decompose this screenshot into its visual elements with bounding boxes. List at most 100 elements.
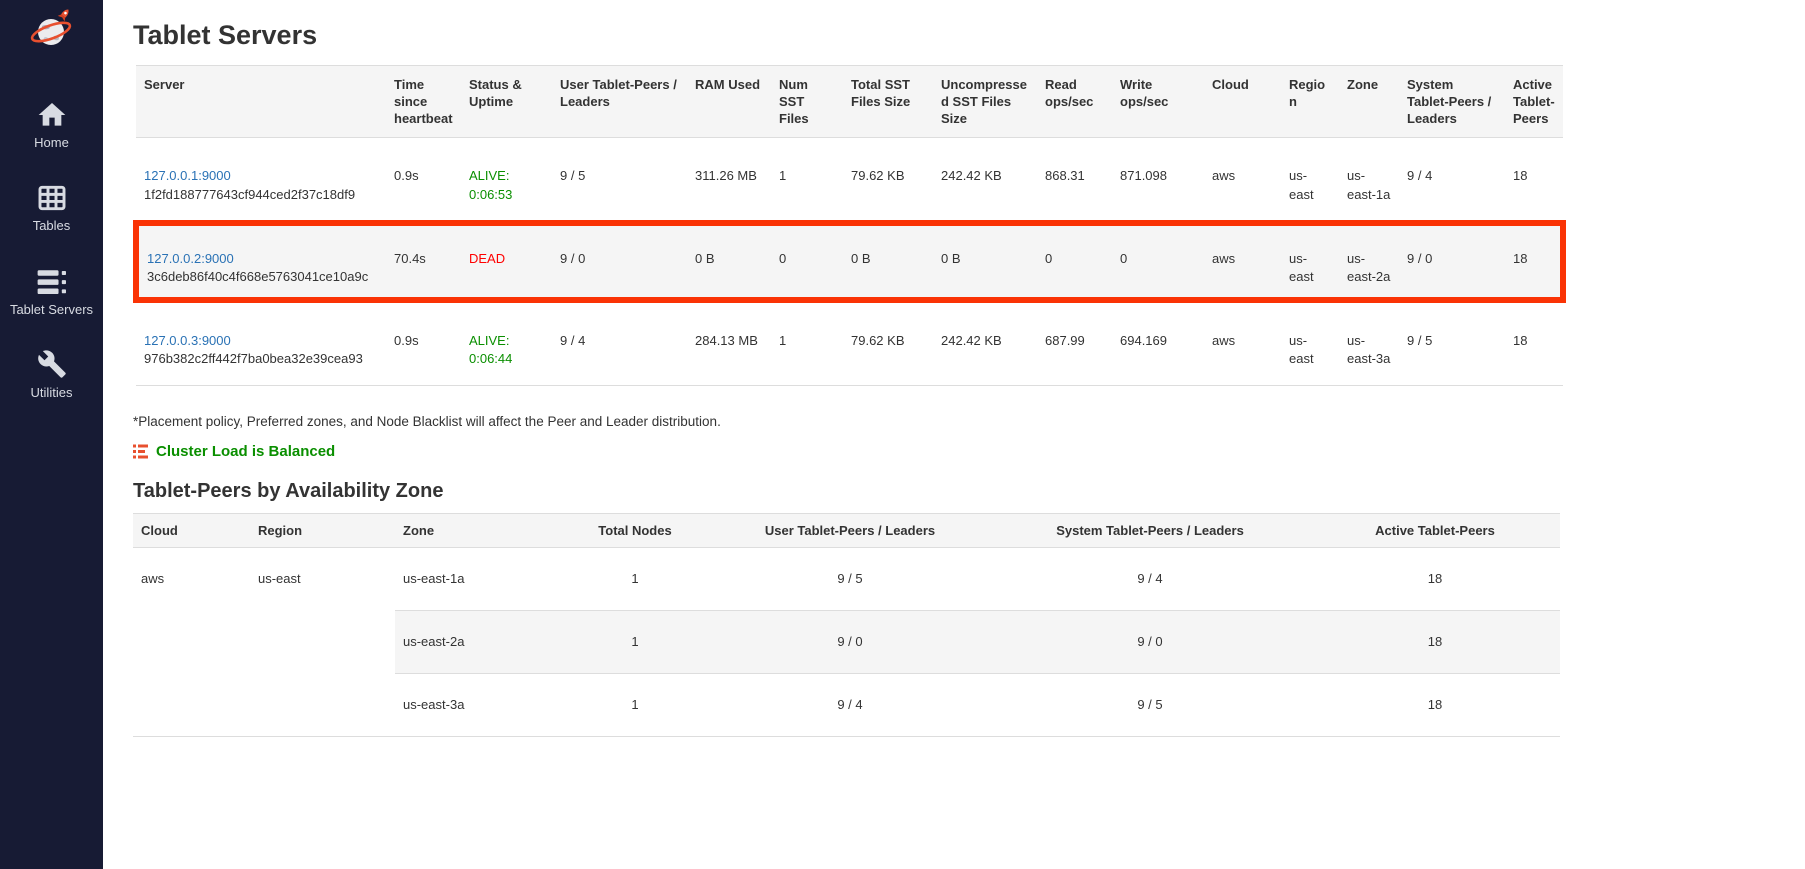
az-row: awsus-eastus-east-1a19 / 59 / 418 bbox=[133, 547, 1560, 610]
az-header-row: CloudRegionZoneTotal NodesUser Tablet-Pe… bbox=[133, 513, 1560, 547]
column-header: Cloud bbox=[133, 513, 250, 547]
sidebar-item-label: Tables bbox=[33, 219, 71, 233]
az-section-title: Tablet-Peers by Availability Zone bbox=[133, 480, 1805, 503]
cell-server: 127.0.0.3:9000976b382c2ff442f7ba0bea32e3… bbox=[136, 300, 386, 385]
app-logo[interactable] bbox=[28, 6, 76, 59]
cell-server: 127.0.0.2:9000 3c6deb86f40c4f668e5763041c… bbox=[136, 223, 386, 300]
cell-region: us-east bbox=[1281, 300, 1339, 385]
cell-heartbeat: 70.4s bbox=[386, 223, 461, 300]
column-header: Num SST Files bbox=[771, 66, 843, 138]
column-header: Uncompressed SST Files Size bbox=[933, 66, 1037, 138]
cell-total-nodes: 1 bbox=[560, 610, 710, 673]
cell-read-ops: 0 bbox=[1037, 223, 1112, 300]
cluster-load-label: Cluster Load is Balanced bbox=[156, 443, 335, 460]
cell-region: us-east bbox=[1281, 138, 1339, 223]
cell-user-peers: 9 / 4 bbox=[552, 300, 687, 385]
cell-active-peers: 18 bbox=[1310, 547, 1560, 610]
cell-ram-used: 0 B bbox=[687, 223, 771, 300]
tablet-servers-icon bbox=[35, 266, 69, 298]
cell-active-peers: 18 bbox=[1505, 300, 1563, 385]
cell-active-peers: 18 bbox=[1310, 674, 1560, 737]
tablet-servers-tbody: 127.0.0.1:90001f2fd188777643cf944ced2f37… bbox=[136, 138, 1563, 385]
cell-active-peers: 18 bbox=[1310, 610, 1560, 673]
cell-system-peers: 9 / 5 bbox=[990, 674, 1310, 737]
cell-status: DEAD bbox=[461, 223, 552, 300]
utilities-icon bbox=[37, 349, 67, 381]
az-tbody: awsus-eastus-east-1a19 / 59 / 418us-east… bbox=[133, 547, 1560, 737]
cell-read-ops: 687.99 bbox=[1037, 300, 1112, 385]
cell-total-nodes: 1 bbox=[560, 547, 710, 610]
az-table: CloudRegionZoneTotal NodesUser Tablet-Pe… bbox=[133, 513, 1560, 738]
cell-zone: us-east-2a bbox=[395, 610, 560, 673]
cell-total-sst-size: 79.62 KB bbox=[843, 138, 933, 223]
cell-ram-used: 284.13 MB bbox=[687, 300, 771, 385]
column-header: Total Nodes bbox=[560, 513, 710, 547]
cell-total-sst-size: 0 B bbox=[843, 223, 933, 300]
column-header: Status & Uptime bbox=[461, 66, 552, 138]
server-link[interactable]: 127.0.0.2:9000 bbox=[147, 251, 234, 266]
cell-system-peers: 9 / 0 bbox=[1399, 223, 1505, 300]
cell-write-ops: 0 bbox=[1112, 223, 1204, 300]
sidebar-item-label: Utilities bbox=[31, 386, 73, 400]
cell-system-peers: 9 / 4 bbox=[1399, 138, 1505, 223]
cell-total-nodes: 1 bbox=[560, 674, 710, 737]
cell-write-ops: 694.169 bbox=[1112, 300, 1204, 385]
cell-user-peers: 9 / 0 bbox=[552, 223, 687, 300]
cell-zone: us-east-1a bbox=[1339, 138, 1399, 223]
sidebar-item-home[interactable]: Home bbox=[0, 99, 103, 150]
cell-active-peers: 18 bbox=[1505, 223, 1563, 300]
planet-rocket-logo-icon bbox=[28, 6, 76, 54]
column-header: Active Tablet-Peers bbox=[1505, 66, 1563, 138]
cell-zone: us-east-3a bbox=[395, 674, 560, 737]
column-header: Region bbox=[250, 513, 395, 547]
column-header: System Tablet-Peers / Leaders bbox=[1399, 66, 1505, 138]
cell-zone: us-east-1a bbox=[395, 547, 560, 610]
tablet-servers-table: ServerTime since heartbeatStatus & Uptim… bbox=[133, 65, 1566, 386]
column-header: System Tablet-Peers / Leaders bbox=[990, 513, 1310, 547]
home-icon bbox=[36, 99, 68, 131]
cell-heartbeat: 0.9s bbox=[386, 300, 461, 385]
cell-total-sst-size: 79.62 KB bbox=[843, 300, 933, 385]
cell-server: 127.0.0.1:90001f2fd188777643cf944ced2f37… bbox=[136, 138, 386, 223]
cell-write-ops: 871.098 bbox=[1112, 138, 1204, 223]
cell-num-sst-files: 1 bbox=[771, 138, 843, 223]
main-content: Tablet Servers ServerTime since heartbea… bbox=[103, 0, 1805, 869]
server-uuid: 3c6deb86f40c4f668e5763041ce10a9c bbox=[147, 268, 378, 286]
cell-user-peers: 9 / 5 bbox=[710, 547, 990, 610]
cell-cloud: aws bbox=[1204, 300, 1281, 385]
column-header: Region bbox=[1281, 66, 1339, 138]
server-link[interactable]: 127.0.0.1:9000 bbox=[144, 168, 231, 183]
column-header: Write ops/sec bbox=[1112, 66, 1204, 138]
cell-system-peers: 9 / 5 bbox=[1399, 300, 1505, 385]
cell-zone: us-east-2a bbox=[1339, 223, 1399, 300]
cell-num-sst-files: 1 bbox=[771, 300, 843, 385]
server-link[interactable]: 127.0.0.3:9000 bbox=[144, 333, 231, 348]
column-header: Zone bbox=[395, 513, 560, 547]
cell-status: ALIVE:0:06:44 bbox=[461, 300, 552, 385]
cell-heartbeat: 0.9s bbox=[386, 138, 461, 223]
cell-cloud: aws bbox=[1204, 223, 1281, 300]
tablet-server-row: 127.0.0.2:9000 3c6deb86f40c4f668e5763041c… bbox=[136, 223, 1563, 300]
column-header: User Tablet-Peers / Leaders bbox=[552, 66, 687, 138]
cell-user-peers: 9 / 5 bbox=[552, 138, 687, 223]
sidebar: Home Tables Tablet Servers Utilities bbox=[0, 0, 103, 869]
cell-cloud: aws bbox=[1204, 138, 1281, 223]
load-bars-icon bbox=[133, 444, 148, 459]
column-header: Server bbox=[136, 66, 386, 138]
cell-num-sst-files: 0 bbox=[771, 223, 843, 300]
sidebar-item-label: Home bbox=[34, 136, 69, 150]
column-header: Total SST Files Size bbox=[843, 66, 933, 138]
sidebar-item-utilities[interactable]: Utilities bbox=[0, 349, 103, 400]
column-header: Zone bbox=[1339, 66, 1399, 138]
column-header: Active Tablet-Peers bbox=[1310, 513, 1560, 547]
cell-uncompressed-sst-size: 242.42 KB bbox=[933, 138, 1037, 223]
cell-status: ALIVE:0:06:53 bbox=[461, 138, 552, 223]
cell-user-peers: 9 / 0 bbox=[710, 610, 990, 673]
placement-note: *Placement policy, Preferred zones, and … bbox=[133, 414, 1805, 429]
tables-icon bbox=[36, 182, 68, 214]
sidebar-item-tablet-servers[interactable]: Tablet Servers bbox=[0, 266, 103, 317]
cell-system-peers: 9 / 4 bbox=[990, 547, 1310, 610]
sidebar-item-tables[interactable]: Tables bbox=[0, 182, 103, 233]
cell-system-peers: 9 / 0 bbox=[990, 610, 1310, 673]
column-header: RAM Used bbox=[687, 66, 771, 138]
